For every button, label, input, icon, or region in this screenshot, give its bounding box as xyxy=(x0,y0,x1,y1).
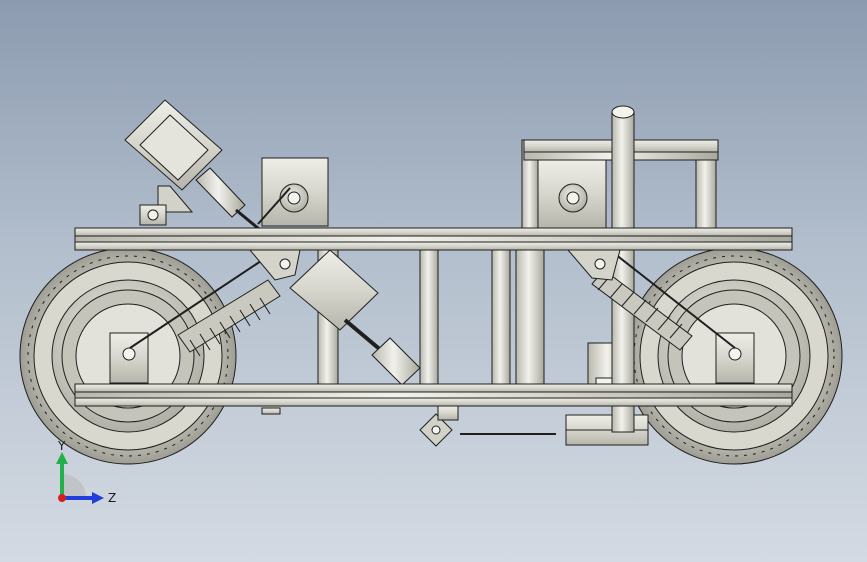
top-rail[interactable] xyxy=(74,227,793,251)
right-swing-arm[interactable] xyxy=(566,249,621,281)
triad-plane xyxy=(62,474,86,498)
y-axis-arrowhead xyxy=(56,452,68,464)
motor-mount-bracket[interactable] xyxy=(139,185,194,226)
cad-model-view[interactable] xyxy=(0,0,867,562)
y-axis-label: Y xyxy=(57,440,66,453)
cad-viewport[interactable]: Y Z xyxy=(0,0,867,562)
orientation-triad: Y Z xyxy=(56,440,116,505)
drive-motor-bottom[interactable] xyxy=(565,414,649,446)
left-pulley-housing[interactable] xyxy=(257,157,329,227)
linear-actuator[interactable] xyxy=(289,249,421,386)
left-swing-arm[interactable] xyxy=(248,249,301,281)
right-bearing-block[interactable] xyxy=(715,332,755,384)
bottom-rail[interactable] xyxy=(74,383,793,407)
x-axis-origin xyxy=(58,494,66,502)
z-axis-arrowhead xyxy=(92,492,104,504)
z-axis-label: Z xyxy=(108,491,116,505)
under-bracket[interactable] xyxy=(261,405,556,447)
